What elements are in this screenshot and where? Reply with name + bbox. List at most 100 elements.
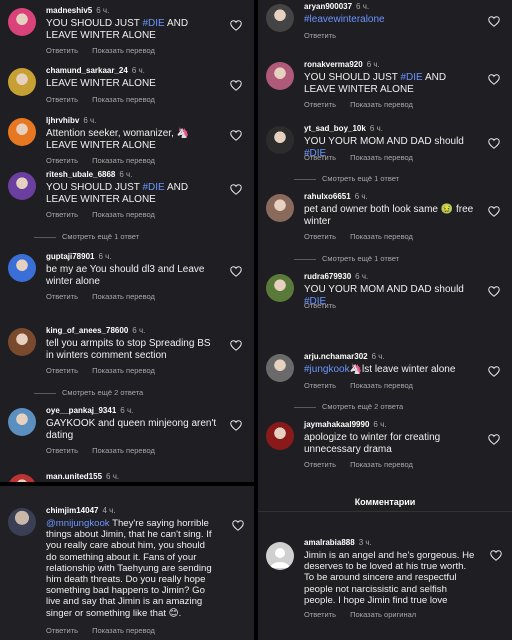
translate-button[interactable]: Показать перевод <box>92 366 155 375</box>
heart-outline-icon[interactable] <box>488 138 500 149</box>
avatar[interactable] <box>8 8 36 36</box>
hashtag-link[interactable]: #jungkook <box>304 364 350 375</box>
reply-button[interactable]: Ответить <box>46 292 78 301</box>
translate-button[interactable]: Показать перевод <box>350 100 413 109</box>
heart-outline-icon[interactable] <box>488 286 500 297</box>
show-original-button[interactable]: Показать оригинал <box>350 610 416 619</box>
heart-outline-icon[interactable] <box>490 550 502 561</box>
reply-button[interactable]: Ответить <box>304 232 336 241</box>
translate-button[interactable]: Показать перевод <box>92 626 155 635</box>
translate-button[interactable]: Показать перевод <box>92 156 155 165</box>
username[interactable]: rahulxo6651 <box>304 192 351 201</box>
heart-outline-icon[interactable] <box>488 16 500 27</box>
username[interactable]: yt_sad_boy_10k <box>304 124 366 133</box>
heart-outline-icon[interactable] <box>230 20 242 31</box>
translate-button[interactable]: Показать перевод <box>350 232 413 241</box>
reply-button[interactable]: Ответить <box>304 153 336 162</box>
translate-button[interactable]: Показать перевод <box>92 46 155 55</box>
reply-button[interactable]: Ответить <box>46 446 78 455</box>
reply-button[interactable]: Ответить <box>304 381 336 390</box>
translate-button[interactable]: Показать перевод <box>350 153 413 162</box>
avatar[interactable] <box>8 118 36 146</box>
timestamp: 4 ч. <box>102 506 116 515</box>
username[interactable]: ritesh_ubale_6868 <box>46 170 115 179</box>
mention-link[interactable]: @mnijungkook <box>46 518 110 529</box>
avatar[interactable] <box>8 508 36 536</box>
username[interactable]: arju.nchamar302 <box>304 352 368 361</box>
avatar[interactable] <box>266 274 294 302</box>
heart-outline-icon[interactable] <box>230 130 242 141</box>
heart-outline-icon[interactable] <box>230 80 242 91</box>
avatar[interactable] <box>266 4 294 32</box>
translate-button[interactable]: Показать перевод <box>92 210 155 219</box>
translate-button[interactable]: Показать перевод <box>92 446 155 455</box>
heart-outline-icon[interactable] <box>232 520 244 531</box>
avatar[interactable] <box>8 68 36 96</box>
avatar[interactable] <box>266 62 294 90</box>
view-replies-button[interactable]: Смотреть ещё 2 ответа <box>34 388 143 397</box>
comments-panel-right: Комментарии amalrabia888 3 ч. Jimin is an… <box>258 0 512 640</box>
avatar[interactable] <box>8 254 36 282</box>
comment-actions: Ответить Показать перевод <box>46 156 155 165</box>
username[interactable]: aryan900037 <box>304 2 352 11</box>
view-replies-button[interactable]: Смотреть ещё 1 ответ <box>294 174 399 183</box>
reply-button[interactable]: Ответить <box>304 460 336 469</box>
heart-outline-icon[interactable] <box>488 434 500 445</box>
comment-actions: Ответить <box>304 301 336 310</box>
username[interactable]: man.united155 <box>46 472 102 481</box>
heart-outline-icon[interactable] <box>488 74 500 85</box>
reply-button[interactable]: Ответить <box>304 31 336 40</box>
reply-button[interactable]: Ответить <box>46 626 78 635</box>
reply-button[interactable]: Ответить <box>304 610 336 619</box>
avatar[interactable] <box>266 194 294 222</box>
hashtag-link[interactable]: #DIE <box>143 182 165 193</box>
avatar[interactable] <box>266 354 294 382</box>
heart-outline-icon[interactable] <box>230 266 242 277</box>
username[interactable]: jaymahakaal9990 <box>304 420 369 429</box>
username[interactable]: oye__pankaj_9341 <box>46 406 116 415</box>
avatar[interactable] <box>266 542 294 570</box>
reply-button[interactable]: Ответить <box>46 210 78 219</box>
hashtag-link[interactable]: #DIE <box>401 72 423 83</box>
username[interactable]: ronakverma920 <box>304 60 363 69</box>
heart-outline-icon[interactable] <box>230 184 242 195</box>
translate-button[interactable]: Показать перевод <box>350 381 413 390</box>
heart-outline-icon[interactable] <box>230 420 242 431</box>
reply-button[interactable]: Ответить <box>46 46 78 55</box>
view-replies-button[interactable]: Смотреть ещё 2 ответа <box>294 402 403 411</box>
timestamp: 6 ч. <box>366 60 380 69</box>
translate-button[interactable]: Показать перевод <box>350 460 413 469</box>
reply-button[interactable]: Ответить <box>304 100 336 109</box>
reply-button[interactable]: Ответить <box>46 156 78 165</box>
username[interactable]: rudra679930 <box>304 272 351 281</box>
username[interactable]: chimjim14047 <box>46 506 98 515</box>
username[interactable]: ljhrvhibv <box>46 116 79 125</box>
comment-text-body: be my ae You should dl3 and Leave winter… <box>46 264 205 287</box>
comment-meta: ritesh_ubale_6868 6 ч. <box>46 170 132 179</box>
hashtag-link[interactable]: #leavewinteralone <box>304 14 385 25</box>
comment-text: tell you armpits to stop Spreading BS in… <box>46 338 218 361</box>
hashtag-link[interactable]: #DIE <box>143 18 165 29</box>
comment-text: @mnijungkook They're saying horrible thi… <box>46 518 218 619</box>
username[interactable]: madneshiv5 <box>46 6 92 15</box>
translate-button[interactable]: Показать перевод <box>92 95 155 104</box>
avatar[interactable] <box>266 126 294 154</box>
view-replies-button[interactable]: Смотреть ещё 1 ответ <box>294 254 399 263</box>
reply-button[interactable]: Ответить <box>304 301 336 310</box>
avatar[interactable] <box>266 422 294 450</box>
heart-outline-icon[interactable] <box>488 366 500 377</box>
username[interactable]: amalrabia888 <box>304 538 355 547</box>
avatar[interactable] <box>8 408 36 436</box>
heart-outline-icon[interactable] <box>230 340 242 351</box>
avatar[interactable] <box>8 172 36 200</box>
username[interactable]: guptaji78901 <box>46 252 94 261</box>
reply-button[interactable]: Ответить <box>46 95 78 104</box>
avatar[interactable] <box>8 474 36 482</box>
heart-outline-icon[interactable] <box>488 206 500 217</box>
view-replies-button[interactable]: Смотреть ещё 1 ответ <box>34 232 139 241</box>
username[interactable]: king_of_anees_78600 <box>46 326 128 335</box>
reply-button[interactable]: Ответить <box>46 366 78 375</box>
translate-button[interactable]: Показать перевод <box>92 292 155 301</box>
username[interactable]: chamund_sarkaar_24 <box>46 66 128 75</box>
avatar[interactable] <box>8 328 36 356</box>
